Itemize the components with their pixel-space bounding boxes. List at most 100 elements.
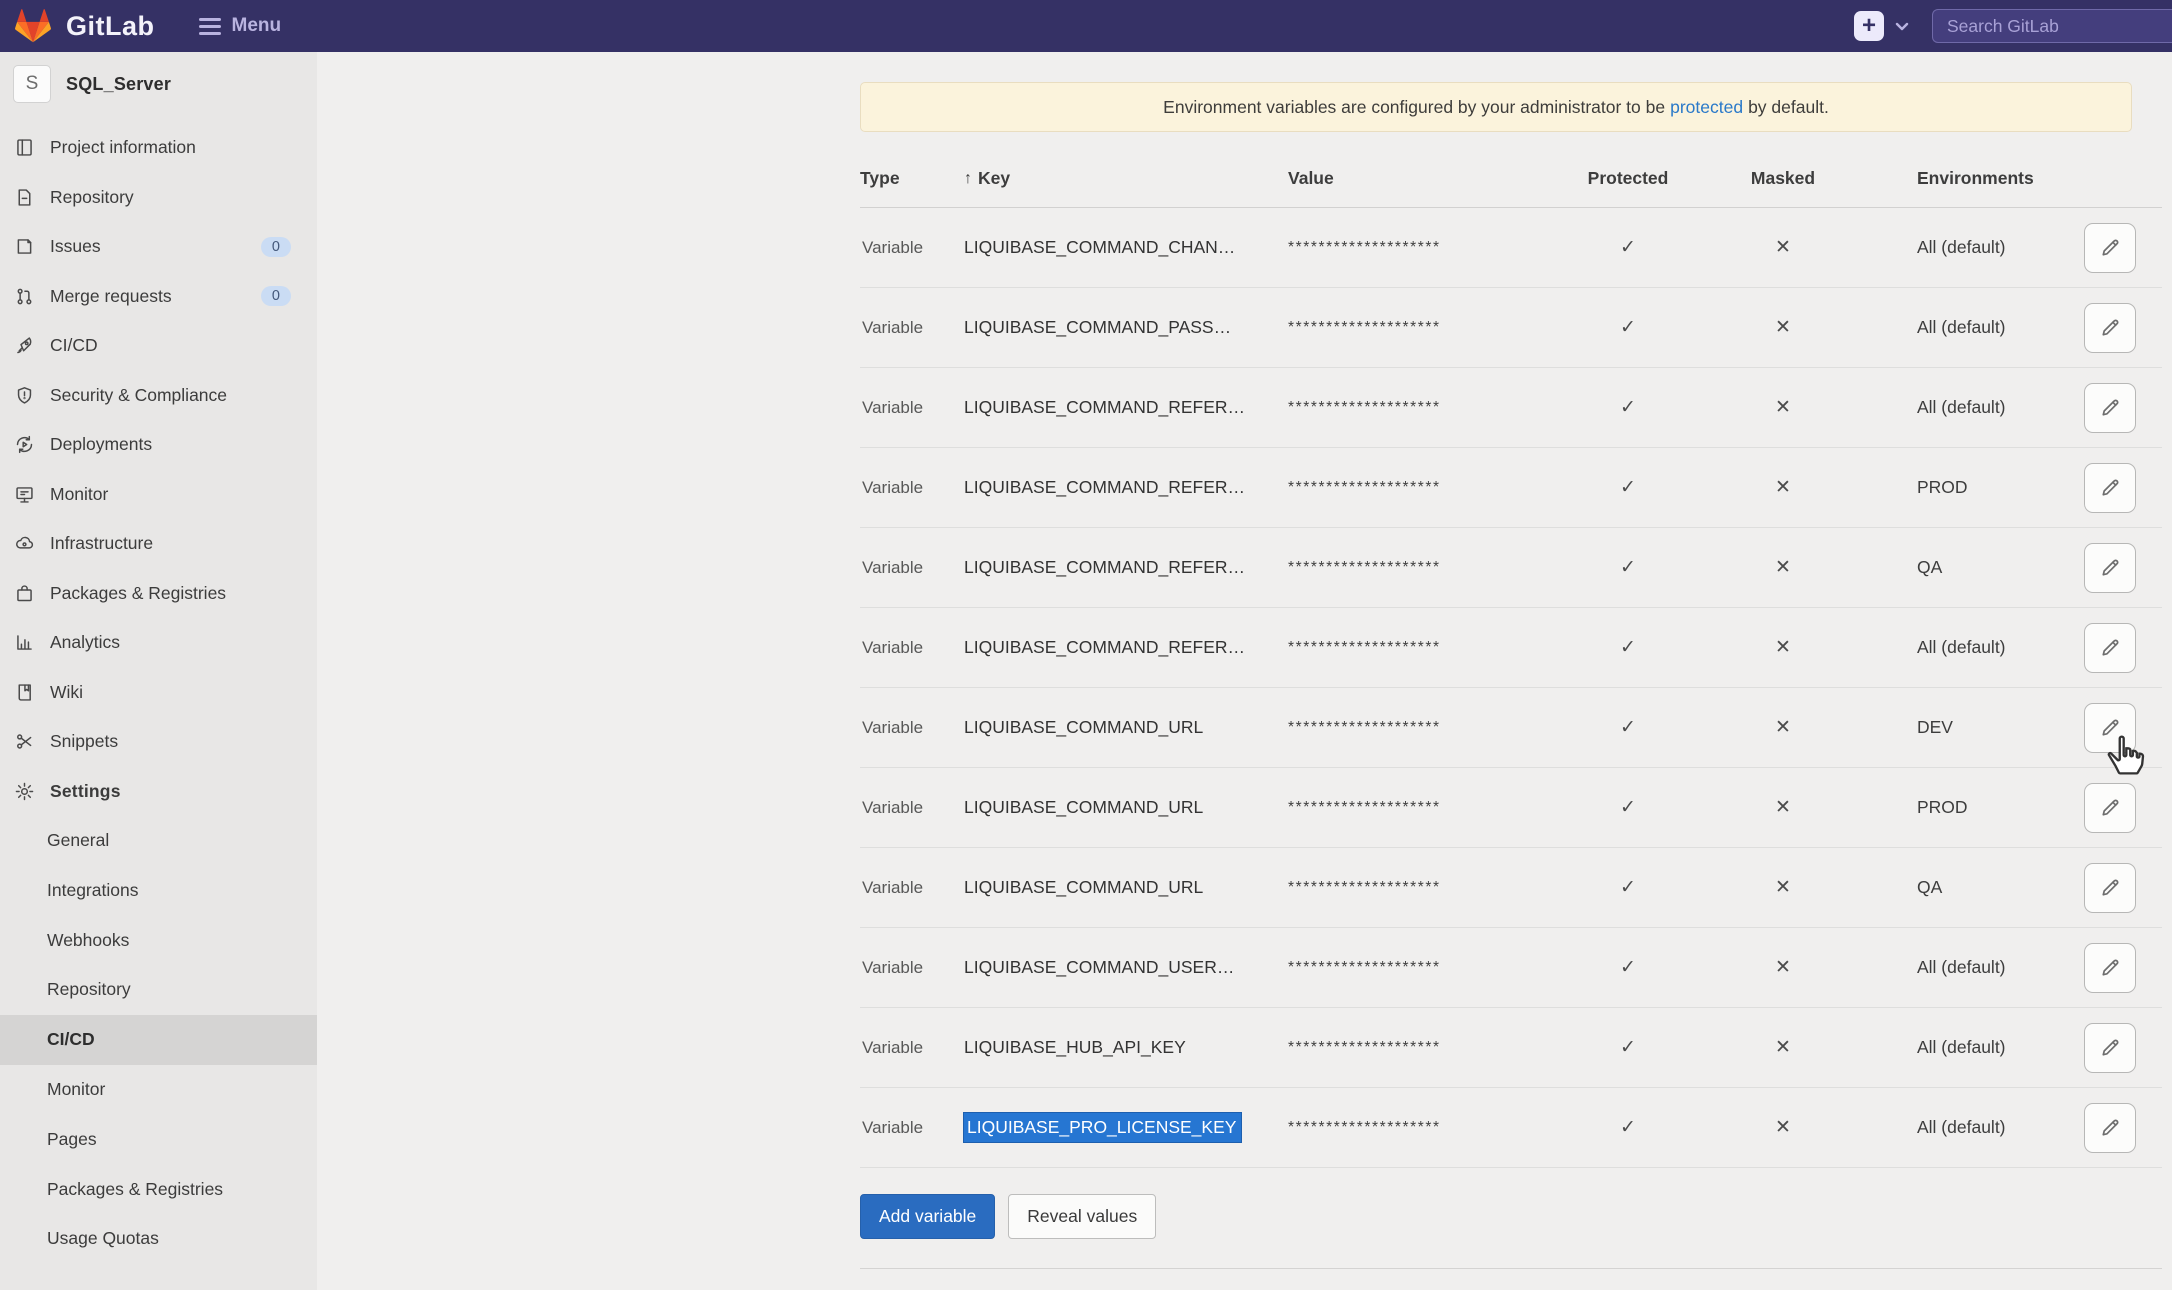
sidebar-item-analytics[interactable]: Analytics [0, 618, 317, 668]
variable-value-masked: ******************** [1288, 399, 1548, 417]
protected-indicator: ✓ [1548, 476, 1708, 499]
hamburger-icon [199, 18, 221, 35]
edit-variable-button[interactable] [2084, 303, 2136, 353]
settings-subitem-integrations[interactable]: Integrations [0, 866, 317, 916]
menu-button[interactable]: Menu [199, 15, 282, 37]
variable-key: LIQUIBASE_COMMAND_PASS… [964, 317, 1288, 338]
variable-type: Variable [860, 878, 964, 898]
sidebar-item-issues[interactable]: Issues0 [0, 222, 317, 272]
sidebar-item-infrastructure[interactable]: Infrastructure [0, 519, 317, 569]
variable-value-masked: ******************** [1288, 799, 1548, 817]
masked-indicator: ✕ [1708, 716, 1858, 739]
settings-subitem-ci-cd[interactable]: CI/CD [0, 1015, 317, 1065]
table-row: VariableLIQUIBASE_COMMAND_URL***********… [860, 848, 2162, 928]
sidebar-item-label: Infrastructure [50, 533, 153, 554]
edit-variable-button[interactable] [2084, 943, 2136, 993]
pencil-icon [2099, 796, 2122, 819]
pencil-icon [2099, 316, 2122, 339]
sidebar-item-security-compliance[interactable]: Security & Compliance [0, 371, 317, 421]
edit-variable-button[interactable] [2084, 703, 2136, 753]
variable-environment: All (default) [1858, 397, 2058, 418]
sidebar-item-ci-cd[interactable]: CI/CD [0, 321, 317, 371]
search-input[interactable] [1932, 9, 2172, 43]
variable-environment: All (default) [1858, 957, 2058, 978]
reveal-values-button[interactable]: Reveal values [1008, 1194, 1156, 1239]
settings-subitem-repository[interactable]: Repository [0, 965, 317, 1015]
table-row: VariableLIQUIBASE_COMMAND_URL***********… [860, 768, 2162, 848]
protected-indicator: ✓ [1548, 876, 1708, 899]
variable-environment: All (default) [1858, 317, 2058, 338]
column-header-protected: Protected [1548, 168, 1708, 189]
project-link[interactable]: S SQL_Server [0, 52, 317, 114]
gitlab-home-link[interactable]: GitLab [14, 8, 155, 44]
pencil-icon [2099, 876, 2122, 899]
variable-value-masked: ******************** [1288, 719, 1548, 737]
masked-indicator: ✕ [1708, 956, 1858, 979]
sidebar-item-label: Snippets [50, 731, 118, 752]
project-avatar: S [13, 65, 51, 103]
banner-text-after: by default. [1748, 97, 1829, 118]
sidebar-item-project-information[interactable]: Project information [0, 123, 317, 173]
variable-key: LIQUIBASE_PRO_LICENSE_KEY [964, 1117, 1288, 1138]
sidebar-item-monitor[interactable]: Monitor [0, 470, 317, 520]
sidebar-item-wiki[interactable]: Wiki [0, 668, 317, 718]
sidebar-item-merge-requests[interactable]: Merge requests0 [0, 272, 317, 322]
variable-type: Variable [860, 1038, 964, 1058]
sidebar-item-packages-registries[interactable]: Packages & Registries [0, 569, 317, 619]
sidebar-item-snippets[interactable]: Snippets [0, 717, 317, 767]
protected-indicator: ✓ [1548, 396, 1708, 419]
edit-variable-button[interactable] [2084, 463, 2136, 513]
variable-key: LIQUIBASE_COMMAND_USER… [964, 957, 1288, 978]
chevron-down-icon[interactable] [1894, 18, 1910, 34]
variable-value-masked: ******************** [1288, 239, 1548, 257]
sidebar-item-deployments[interactable]: Deployments [0, 420, 317, 470]
sort-ascending-icon: ↑ [964, 170, 972, 188]
column-header-key-sort[interactable]: ↑ Key [964, 168, 1288, 189]
settings-subitem-packages-registries[interactable]: Packages & Registries [0, 1165, 317, 1215]
settings-subitem-monitor[interactable]: Monitor [0, 1065, 317, 1115]
edit-variable-button[interactable] [2084, 383, 2136, 433]
new-item-button[interactable]: + [1854, 11, 1884, 41]
variable-type: Variable [860, 798, 964, 818]
sidebar-item-repository[interactable]: Repository [0, 173, 317, 223]
pencil-icon [2099, 396, 2122, 419]
variable-type: Variable [860, 718, 964, 738]
masked-indicator: ✕ [1708, 476, 1858, 499]
edit-variable-button[interactable] [2084, 863, 2136, 913]
table-row: VariableLIQUIBASE_COMMAND_USER…*********… [860, 928, 2162, 1008]
edit-variable-button[interactable] [2084, 783, 2136, 833]
edit-variable-button[interactable] [2084, 623, 2136, 673]
settings-subitem-pages[interactable]: Pages [0, 1115, 317, 1165]
sidebar-item-label: Issues [50, 236, 101, 257]
brand-wordmark: GitLab [66, 11, 155, 42]
add-variable-button[interactable]: Add variable [860, 1194, 995, 1239]
edit-variable-button[interactable] [2084, 1103, 2136, 1153]
variable-type: Variable [860, 318, 964, 338]
edit-variable-button[interactable] [2084, 223, 2136, 273]
sidebar-item-settings[interactable]: Settings [0, 767, 317, 817]
protected-indicator: ✓ [1548, 316, 1708, 339]
sidebar-item-label: Project information [50, 137, 196, 158]
settings-subitem-webhooks[interactable]: Webhooks [0, 916, 317, 966]
variable-value-masked: ******************** [1288, 959, 1548, 977]
variable-key: LIQUIBASE_COMMAND_REFER… [964, 477, 1288, 498]
column-header-masked: Masked [1708, 168, 1858, 189]
variable-value-masked: ******************** [1288, 319, 1548, 337]
protected-link[interactable]: protected [1670, 97, 1743, 118]
settings-subitem-general[interactable]: General [0, 816, 317, 866]
variables-table-body: VariableLIQUIBASE_COMMAND_CHAN…*********… [860, 208, 2162, 1168]
variable-environment: QA [1858, 557, 2058, 578]
top-bar: GitLab Menu + [0, 0, 2172, 52]
sidebar-item-label: Monitor [50, 484, 108, 505]
edit-variable-button[interactable] [2084, 1023, 2136, 1073]
settings-subitem-usage-quotas[interactable]: Usage Quotas [0, 1214, 317, 1264]
column-header-key: Key [978, 168, 1010, 189]
table-row: VariableLIQUIBASE_COMMAND_CHAN…*********… [860, 208, 2162, 288]
variable-key: LIQUIBASE_COMMAND_CHAN… [964, 237, 1288, 258]
edit-variable-button[interactable] [2084, 543, 2136, 593]
table-row: VariableLIQUIBASE_COMMAND_REFER…********… [860, 528, 2162, 608]
column-header-environments: Environments [1858, 168, 2058, 189]
variable-key: LIQUIBASE_COMMAND_URL [964, 877, 1288, 898]
monitor-icon [13, 483, 35, 505]
masked-indicator: ✕ [1708, 636, 1858, 659]
